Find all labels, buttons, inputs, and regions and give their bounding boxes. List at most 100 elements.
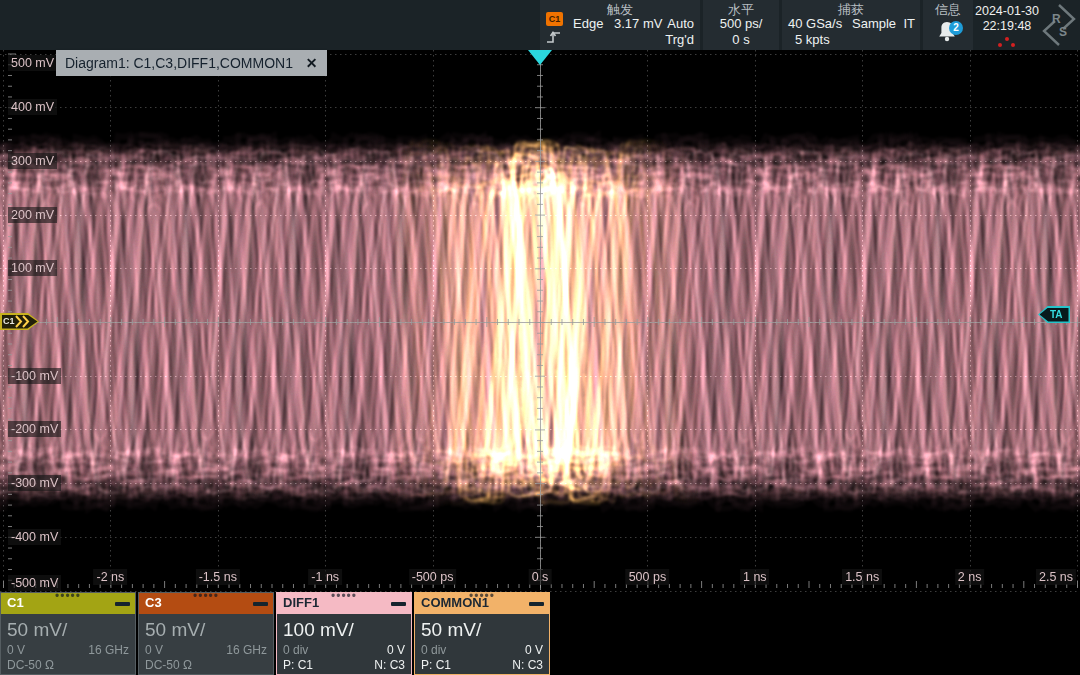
y-axis-label: -400 mV [8, 529, 61, 545]
trigger-section[interactable]: 触发 C1 Edge 3.17 mV Auto Trg'd [540, 0, 700, 50]
drag-grip-icon[interactable]: ••••• [193, 589, 219, 603]
y-axis-label: -300 mV [8, 475, 61, 491]
oscilloscope-screen: 触发 C1 Edge 3.17 mV Auto Trg'd 水平 500 ps/… [0, 0, 1080, 675]
minimize-handle-icon[interactable] [115, 602, 130, 606]
horizontal-section[interactable]: 水平 500 ps/ 0 s [703, 0, 779, 50]
signal-detail-row: DC-50 Ω [145, 658, 267, 673]
horizontal-position: 0 s [703, 32, 779, 47]
svg-text:R: R [1052, 12, 1061, 26]
signal-name: C1 [7, 595, 24, 610]
signal-detail: 0 div [421, 643, 446, 658]
vertical-scale: 50 mV/ [7, 617, 129, 643]
y-axis-label: -100 mV [8, 368, 61, 384]
trigger-level: 3.17 mV [614, 16, 662, 31]
waveform-graticule[interactable] [0, 50, 1080, 592]
signal-detail-row: 0 V16 GHz [145, 643, 267, 658]
minimize-handle-icon[interactable] [391, 602, 406, 606]
signal-detail: 16 GHz [88, 643, 129, 658]
vertical-scale: 50 mV/ [145, 617, 267, 643]
horizontal-scale: 500 ps/ [703, 16, 779, 31]
top-status-bar: 触发 C1 Edge 3.17 mV Auto Trg'd 水平 500 ps/… [0, 0, 1080, 52]
x-axis-label: 2 ns [955, 569, 985, 585]
drag-grip-icon[interactable]: ••••• [469, 589, 495, 603]
time-text: 22:19:48 [973, 19, 1041, 34]
trigger-type: Edge [573, 16, 603, 31]
signal-badge-diff1[interactable]: DIFF1•••••100 mV/0 div0 VP: C1N: C3 [276, 592, 412, 675]
signal-detail: P: C1 [283, 658, 313, 673]
acquisition-mode: Sample [852, 16, 896, 31]
signal-badge-body: 50 mV/0 V 16 GHzDC-50 Ω [1, 614, 135, 674]
signal-badge-header[interactable]: C1••••• [1, 593, 135, 614]
info-title: 信息 [923, 1, 973, 19]
clock[interactable]: 2024-01-30 22:19:48 [973, 0, 1041, 50]
channel-offset-marker[interactable]: C1 [0, 313, 39, 330]
signal-name: DIFF1 [283, 595, 319, 610]
y-axis-label: -200 mV [8, 421, 61, 437]
trigger-mode: Auto [667, 16, 694, 31]
x-axis-label: 2.5 ns [1036, 569, 1076, 585]
signal-badge-header[interactable]: C3••••• [139, 593, 273, 614]
y-axis-label: 500 mV [8, 55, 57, 71]
signal-detail: N: C3 [374, 658, 405, 673]
acquisition-section[interactable]: 捕获 40 GSa/s Sample IT 5 kpts [782, 0, 920, 50]
signal-badge-body: 50 mV/0 V16 GHzDC-50 Ω [139, 614, 273, 674]
signal-detail-row: P: C1N: C3 [421, 658, 543, 673]
rohde-schwarz-logo-icon: R S [1040, 2, 1078, 52]
x-axis-label: -500 ps [409, 569, 457, 585]
y-axis-label: 300 mV [8, 153, 57, 169]
signal-badge-header[interactable]: COMMON1••••• [415, 593, 549, 614]
trigger-level-marker[interactable]: TA [1038, 306, 1070, 323]
signal-badge-bar: C1•••••50 mV/0 V16 GHzDC-50 ΩC3•••••50 m… [0, 592, 550, 675]
record-length: 5 kpts [795, 32, 830, 47]
x-axis-label: 500 ps [626, 569, 670, 585]
signal-badge-header[interactable]: DIFF1••••• [277, 593, 411, 614]
svg-text:S: S [1059, 25, 1067, 39]
trigger-marker-label: TA [1050, 309, 1063, 320]
trigger-position-marker[interactable] [528, 50, 552, 65]
status-led-icon [997, 37, 1017, 49]
y-axis-label: 200 mV [8, 207, 57, 223]
signal-detail-row: 0 div0 V [283, 643, 405, 658]
x-axis-label: 0 s [529, 569, 552, 585]
diagram-tab[interactable]: Diagram1: C1,C3,DIFF1,COMMON1 ✕ [56, 50, 327, 76]
signal-detail: 0 V [387, 643, 405, 658]
date-text: 2024-01-30 [973, 4, 1041, 19]
signal-badge-body: 50 mV/0 div 0 VP: C1N: C3 [415, 614, 549, 674]
signal-detail-row: DC-50 Ω [7, 658, 129, 673]
diagram-area: 500 mV 400 mV 300 mV 200 mV 100 mV -100 mV -20… [0, 50, 1080, 592]
signal-badge-c3[interactable]: C3•••••50 mV/0 V16 GHzDC-50 Ω [138, 592, 274, 675]
drag-grip-icon[interactable]: ••••• [331, 589, 357, 603]
signal-detail: N: C3 [512, 658, 543, 673]
x-axis-label: -2 ns [93, 569, 127, 585]
info-section[interactable]: 信息 2 [923, 0, 973, 50]
minimize-handle-icon[interactable] [253, 602, 268, 606]
channel-marker-label: C1 [3, 316, 15, 326]
signal-detail-row: 0 div 0 V [421, 643, 543, 658]
signal-detail: DC-50 Ω [145, 658, 192, 673]
vertical-scale: 100 mV/ [283, 617, 405, 643]
trigger-state: Trg'd [665, 32, 694, 47]
rising-edge-icon [545, 28, 563, 50]
y-axis-label: 100 mV [8, 260, 57, 276]
x-axis-label: -1 ns [308, 569, 342, 585]
diagram-tab-label: Diagram1: C1,C3,DIFF1,COMMON1 [65, 55, 293, 71]
vertical-scale: 50 mV/ [421, 617, 543, 643]
signal-name: C3 [145, 595, 162, 610]
decimation-mode: IT [903, 16, 915, 31]
signal-badge-common1[interactable]: COMMON1••••• 50 mV/0 div 0 VP: C1N: C3 [414, 592, 550, 675]
signal-detail-row: 0 V 16 GHz [7, 643, 129, 658]
trigger-source-badge: C1 [546, 12, 563, 26]
sample-rate: 40 GSa/s [788, 16, 842, 31]
signal-detail: 16 GHz [226, 643, 267, 658]
drag-grip-icon[interactable]: ••••• [55, 589, 81, 603]
close-icon[interactable]: ✕ [306, 55, 318, 71]
chevron-right-icon [15, 315, 35, 328]
x-axis-label: 1 ns [740, 569, 770, 585]
y-axis-label: 400 mV [8, 99, 57, 115]
minimize-handle-icon[interactable] [529, 602, 544, 606]
x-axis-label: 1.5 ns [842, 569, 882, 585]
notification-count-badge: 2 [949, 21, 963, 35]
signal-detail: 0 V [525, 643, 543, 658]
signal-badge-c1[interactable]: C1•••••50 mV/0 V16 GHzDC-50 Ω [0, 592, 136, 675]
signal-detail: 0 V [7, 643, 25, 658]
